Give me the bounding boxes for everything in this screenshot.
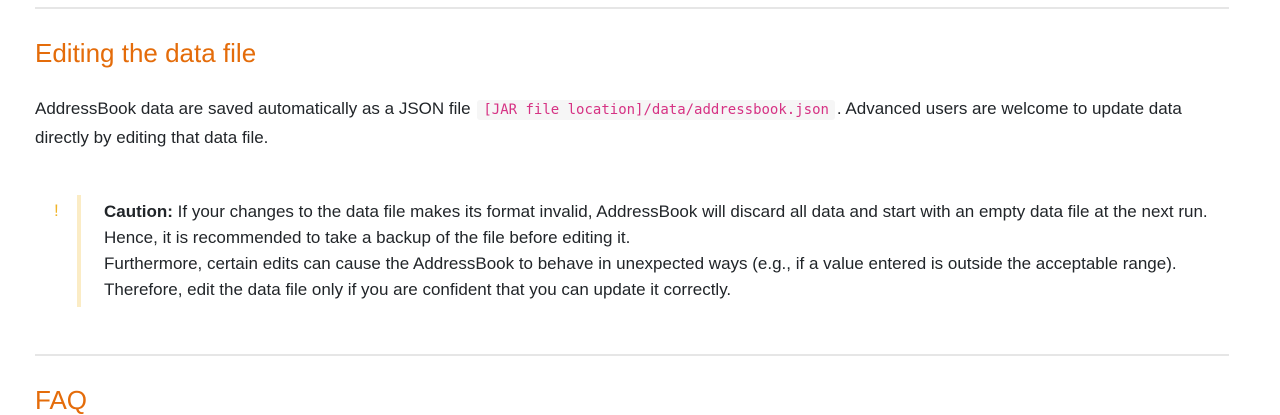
file-path-code: [JAR file location]/data/addressbook.jso… <box>477 100 835 120</box>
bottom-divider <box>35 354 1229 356</box>
caution-callout: ! Caution: If your changes to the data f… <box>48 195 1229 307</box>
caution-bar <box>77 195 81 307</box>
exclamation-icon: ! <box>54 201 59 220</box>
section-heading-editing: Editing the data file <box>35 38 257 68</box>
caution-line-2: Furthermore, certain edits can cause the… <box>104 254 1177 299</box>
section-heading-faq: FAQ <box>35 385 88 415</box>
caution-line-1: Caution: If your changes to the data fil… <box>104 199 1224 251</box>
editing-paragraph: AddressBook data are saved automatically… <box>35 95 1229 151</box>
caution-label: Caution: <box>104 202 173 221</box>
top-divider <box>35 7 1229 9</box>
caution-body: Caution: If your changes to the data fil… <box>104 199 1224 303</box>
paragraph-text-before: AddressBook data are saved automatically… <box>35 99 476 118</box>
caution-text-1: If your changes to the data file makes i… <box>104 202 1208 247</box>
